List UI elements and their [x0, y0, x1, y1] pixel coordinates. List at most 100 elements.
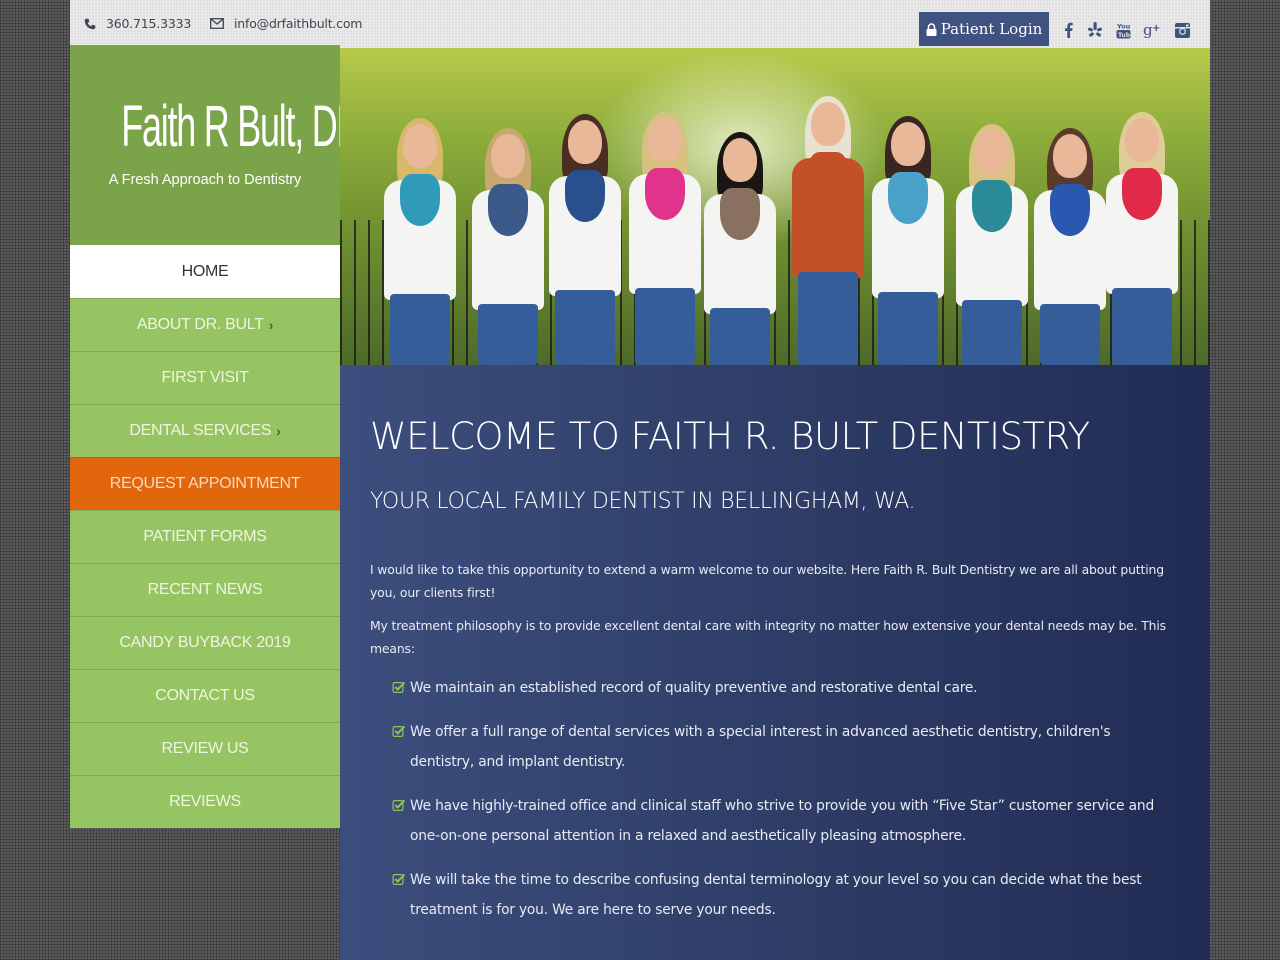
- page-subtitle: YOUR LOCAL FAMILY DENTIST IN BELLINGHAM,…: [370, 489, 916, 514]
- checkbox-checked-icon: [392, 873, 406, 885]
- figure-scarf: [1050, 184, 1090, 236]
- nav-label: HOME: [181, 262, 229, 280]
- team-member-figure: [545, 48, 625, 365]
- checkbox-checked-icon: [392, 681, 406, 693]
- nav-item-reviews[interactable]: REVIEWS: [70, 775, 340, 828]
- lock-icon: [926, 22, 937, 36]
- email-address: info@drfaithbult.com: [234, 16, 363, 31]
- figure-face: [403, 124, 437, 168]
- figure-scarf: [645, 168, 685, 220]
- page-wrapper: 360.715.3333 info@drfaithbult.com Patien…: [70, 0, 1210, 960]
- list-item: We will take the time to describe confus…: [388, 865, 1168, 925]
- figure-face: [568, 120, 602, 164]
- figure-face: [648, 118, 682, 162]
- list-item-text: We maintain an established record of qua…: [410, 680, 978, 696]
- logo-title: Faith R Bult, DDS: [121, 94, 385, 159]
- nav-label: REVIEW US: [161, 740, 249, 757]
- values-list: We maintain an established record of qua…: [388, 673, 1168, 939]
- nav-item-first-visit[interactable]: FIRST VISIT: [70, 351, 340, 404]
- nav-label: ABOUT DR. BULT: [136, 316, 264, 333]
- email-link[interactable]: info@drfaithbult.com: [210, 16, 362, 31]
- nav-label: REVIEWS: [169, 793, 241, 810]
- phone-number: 360.715.3333: [106, 16, 192, 31]
- google-plus-icon: g +: [1143, 22, 1160, 38]
- checkbox-checked-icon: [392, 799, 406, 811]
- nav-item-candy-buyback[interactable]: CANDY BUYBACK 2019: [70, 616, 340, 669]
- page-title: WELCOME TO FAITH R. BULT DENTISTRY: [370, 415, 1090, 458]
- facebook-link[interactable]: [1058, 20, 1078, 40]
- team-member-figure: [1102, 48, 1182, 365]
- nav-item-recent-news[interactable]: RECENT NEWS: [70, 563, 340, 616]
- team-member-figure: [625, 48, 705, 365]
- figure-scarf: [400, 174, 440, 226]
- team-member-figure: [952, 48, 1032, 365]
- svg-text:You: You: [1116, 22, 1131, 30]
- team-member-figure: [1030, 48, 1110, 365]
- yelp-link[interactable]: [1085, 20, 1105, 40]
- team-member-figure: [788, 48, 868, 365]
- nav-item-home[interactable]: HOME: [70, 245, 340, 298]
- svg-text:Tube: Tube: [1118, 32, 1131, 39]
- chevron-right-icon: ›: [276, 423, 281, 439]
- google-plus-link[interactable]: g +: [1142, 20, 1162, 40]
- figure-face: [975, 130, 1009, 174]
- figure-jeans: [878, 292, 938, 365]
- figure-jeans: [710, 308, 770, 365]
- figure-face: [891, 122, 925, 166]
- nav-item-contact-us[interactable]: CONTACT US: [70, 669, 340, 722]
- logo[interactable]: Faith R Bult, DDS A Fresh Approach to De…: [70, 45, 385, 245]
- philosophy-paragraph: My treatment philosophy is to provide ex…: [370, 618, 1166, 656]
- list-item-text: We offer a full range of dental services…: [410, 724, 1111, 770]
- figure-jeans: [1040, 304, 1100, 365]
- figure-jeans: [962, 300, 1022, 365]
- figure-jeans: [1112, 288, 1172, 365]
- yelp-icon: [1088, 22, 1102, 37]
- nav-item-review-us[interactable]: REVIEW US: [70, 722, 340, 775]
- list-item-text: We will take the time to describe confus…: [410, 872, 1142, 918]
- phone-icon: [84, 18, 96, 29]
- nav-label: CONTACT US: [155, 687, 255, 704]
- patient-login-label: Patient Login: [940, 20, 1043, 38]
- chevron-right-icon: ›: [268, 317, 274, 333]
- nav-label: DENTAL SERVICES: [129, 422, 272, 439]
- nav-item-dental-services[interactable]: DENTAL SERVICES ›: [70, 404, 340, 457]
- figure-face: [811, 102, 845, 146]
- instagram-icon: [1174, 22, 1190, 38]
- figure-scarf: [888, 172, 928, 224]
- nav-item-patient-forms[interactable]: PATIENT FORMS: [70, 510, 340, 563]
- intro-paragraph: I would like to take this opportunity to…: [370, 562, 1164, 600]
- patient-login-button[interactable]: Patient Login: [919, 12, 1049, 46]
- envelope-icon: [210, 18, 224, 29]
- list-item: We offer a full range of dental services…: [388, 717, 1168, 777]
- team-member-figure: [380, 48, 460, 365]
- nav-item-request-appointment[interactable]: REQUEST APPOINTMENT: [70, 457, 340, 510]
- facebook-icon: [1064, 22, 1073, 38]
- checkbox-checked-icon: [392, 725, 406, 737]
- figure-face: [1053, 134, 1087, 178]
- figure-scarf: [972, 180, 1012, 232]
- list-item: We maintain an established record of qua…: [388, 673, 1168, 703]
- nav-label: RECENT NEWS: [147, 581, 263, 598]
- top-bar: 360.715.3333 info@drfaithbult.com Patien…: [70, 0, 1210, 48]
- welcome-section: WELCOME TO FAITH R. BULT DENTISTRY YOUR …: [340, 365, 1210, 960]
- figure-jeans: [390, 294, 450, 365]
- figure-face: [491, 134, 525, 178]
- hero-team-photo: [340, 48, 1210, 365]
- nav-item-about[interactable]: ABOUT DR. BULT ›: [70, 298, 340, 351]
- phone-link[interactable]: 360.715.3333: [84, 16, 191, 31]
- youtube-link[interactable]: You Tube: [1113, 20, 1133, 40]
- sidebar-nav: HOME ABOUT DR. BULT › FIRST VISIT DENTAL …: [70, 245, 340, 828]
- nav-label: REQUEST APPOINTMENT: [109, 475, 301, 492]
- instagram-link[interactable]: [1172, 20, 1192, 40]
- logo-tagline: A Fresh Approach to Dentistry: [108, 172, 302, 188]
- figure-jeans: [798, 272, 858, 365]
- list-item: We have highly-trained office and clinic…: [388, 791, 1168, 851]
- figure-face: [723, 138, 757, 182]
- figure-scarf: [565, 170, 605, 222]
- figure-scarf: [720, 188, 760, 240]
- figure-jeans: [478, 304, 538, 365]
- nav-label: PATIENT FORMS: [143, 528, 267, 545]
- figure-jeans: [555, 290, 615, 365]
- nav-label: FIRST VISIT: [161, 369, 249, 386]
- team-member-figure: [468, 48, 548, 365]
